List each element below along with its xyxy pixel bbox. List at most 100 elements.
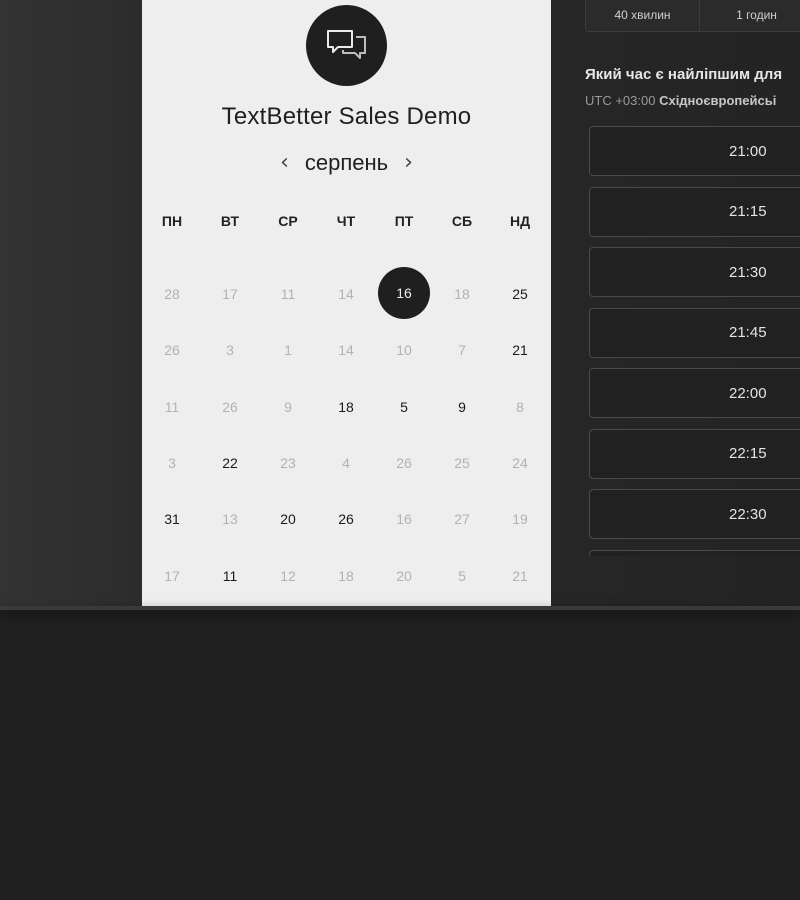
day-number: 28 [164,286,180,303]
day-number: 9 [284,398,292,415]
day-number: 24 [512,455,528,472]
calendar-day-unavailable: 23 [259,435,317,491]
calendar-day-available[interactable]: 11 [201,547,259,603]
calendar-day-unavailable: 8 [491,379,549,435]
day-number: 26 [222,398,238,415]
calendar-day-available[interactable]: 9 [433,379,491,435]
timezone-selector[interactable]: UTC +03:00 Східноєвропейсьі [585,93,776,108]
day-number: 20 [396,567,412,584]
calendar-day-unavailable: 1 [259,322,317,378]
time-slot-button[interactable]: 22:00 [589,368,800,418]
calendar-day-unavailable: 27 [433,491,491,547]
weekday-header: ПН ВТ СР ЧТ ПТ СБ НД [143,213,550,229]
calendar-day-unavailable: 26 [375,435,433,491]
calendar-day-unavailable: 10 [375,322,433,378]
calendar-day-available[interactable]: 5 [375,379,433,435]
calendar-day-unavailable: 26 [143,322,201,378]
weekday-label: ПН [161,213,183,229]
weekday-label: ЧТ [336,213,356,229]
calendar-day-available[interactable]: 21 [491,322,549,378]
duration-selector: 40 хвилин 1 годин [585,0,800,32]
day-number: 22 [222,455,238,472]
calendar-day-unavailable: 18 [317,547,375,603]
weekday-label: ПТ [394,213,414,229]
calendar-day-available[interactable]: 25 [491,266,549,322]
calendar-day-unavailable: 3 [143,435,201,491]
day-number: 18 [338,398,354,415]
time-slot-list: 21:00 21:15 21:30 21:45 22:00 22:15 22:30 [589,126,800,556]
calendar-day-unavailable: 17 [201,266,259,322]
day-number: 9 [458,398,466,415]
day-number: 25 [512,286,528,303]
day-number: 14 [338,286,354,303]
calendar-day-unavailable: 14 [317,266,375,322]
calendar-day-available[interactable]: 22 [201,435,259,491]
event-title: TextBetter Sales Demo [221,103,472,130]
calendar-day-unavailable: 21 [491,547,549,603]
calendar-day-selected[interactable]: 16 [375,266,433,322]
calendar-day-unavailable: 17 [143,547,201,603]
day-number: 26 [338,511,354,528]
time-slot-button[interactable]: 21:30 [589,247,800,297]
day-number: 25 [454,455,470,472]
day-number: 4 [342,455,350,472]
time-slot-button[interactable]: 21:45 [589,307,800,358]
day-number: 11 [280,286,296,303]
day-number: 16 [378,266,430,319]
next-month-button[interactable]: › [404,152,413,174]
timezone-name: Східноєвропейсьі [659,93,777,108]
calendar-day-unavailable: 19 [491,491,549,547]
day-number: 13 [222,511,238,528]
duration-tab-1-hour[interactable]: 1 годин [699,0,800,31]
month-label: серпень [304,150,389,175]
calendar-day-available[interactable]: 20 [259,491,317,547]
calendar-day-available[interactable]: 31 [143,491,201,547]
day-number: 27 [454,511,470,528]
calendar-day-unavailable: 25 [433,435,491,491]
calendar-day-unavailable: 18 [433,266,491,322]
chat-bubbles-icon [326,29,366,59]
day-number: 17 [222,286,238,303]
day-number: 26 [396,455,412,472]
calendar-day-unavailable: 26 [201,379,259,435]
day-number: 8 [516,398,524,415]
day-number: 19 [512,511,528,528]
calendar-day-unavailable: 13 [201,491,259,547]
timezone-offset: UTC +03:00 [585,93,656,108]
time-slot-button[interactable]: 22:15 [589,428,800,479]
day-number: 10 [396,342,412,359]
duration-tab-40-min[interactable]: 40 хвилин [586,0,699,31]
calendar-day-unavailable: 11 [259,266,317,322]
calendar-day-unavailable: 3 [201,322,259,378]
time-slot-button[interactable] [589,549,800,556]
calendar-day-grid: 28 17 11 14 16 18 25 26 3 1 14 10 7 21 11 26 9 18 5 9 8 3 22 23… [143,266,550,604]
time-question-heading: Який час є найліпшим для [585,66,783,83]
time-slot-button[interactable]: 21:15 [589,186,800,237]
day-number: 7 [458,342,466,359]
calendar-day-unavailable: 14 [317,322,375,378]
time-slot-button[interactable]: 21:00 [589,126,800,176]
day-number: 12 [280,567,296,584]
booking-panel: TextBetter Sales Demo ‹ серпень › ПН ВТ СР… [0,0,800,608]
day-number: 21 [512,342,528,359]
day-number: 21 [512,567,528,584]
month-navigation: ‹ серпень › [142,150,551,176]
calendar-card: TextBetter Sales Demo ‹ серпень › ПН ВТ СР… [142,0,551,608]
calendar-day-available[interactable]: 26 [317,491,375,547]
day-number: 31 [164,511,180,528]
weekday-label: НД [509,213,531,229]
time-slot-button[interactable]: 22:30 [589,489,800,539]
calendar-day-available[interactable]: 18 [317,379,375,435]
day-number: 1 [284,342,292,359]
day-number: 18 [338,567,354,584]
calendar-day-unavailable: 28 [143,266,201,322]
day-number: 5 [400,398,408,415]
calendar-day-unavailable: 20 [375,547,433,603]
day-number: 3 [226,342,234,359]
day-number: 20 [280,511,296,528]
calendar-day-unavailable: 4 [317,435,375,491]
day-number: 11 [222,567,238,584]
prev-month-button[interactable]: ‹ [280,152,289,174]
calendar-day-unavailable: 16 [375,491,433,547]
weekday-label: СР [278,213,298,229]
